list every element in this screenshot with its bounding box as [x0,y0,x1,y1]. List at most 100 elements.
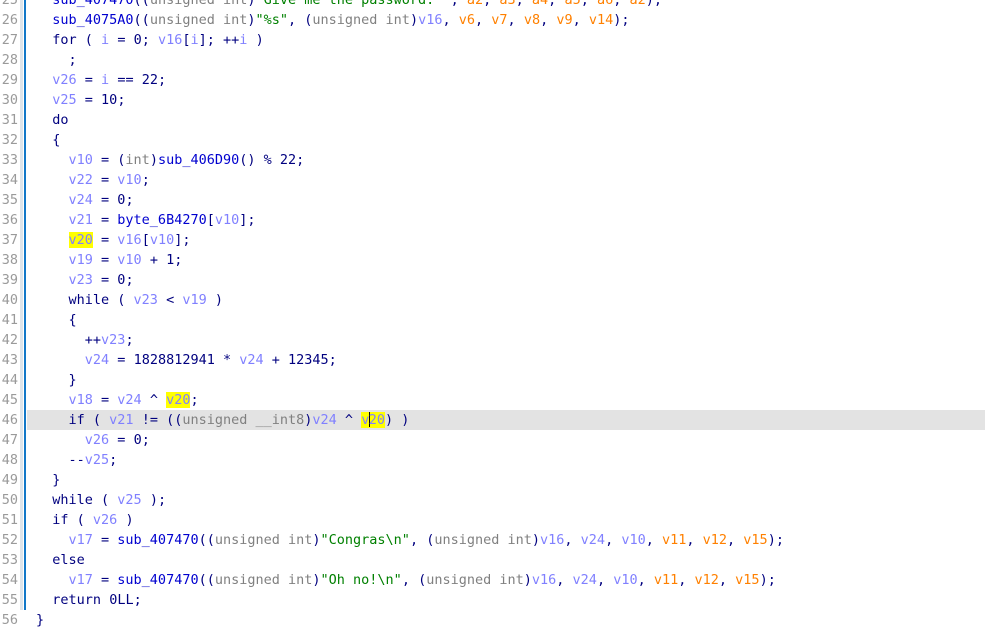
code-line[interactable]: 35 v24 = 0; [0,190,985,210]
code-line[interactable]: 33 v10 = (int)sub_406D90() % 22; [0,150,985,170]
code-line-content[interactable]: else [27,550,985,570]
code-line-content[interactable]: do [27,110,985,130]
code-line-content[interactable]: v10 = (int)sub_406D90() % 22; [27,150,985,170]
code-line-content[interactable]: } [27,610,985,630]
code-line[interactable]: 50 while ( v25 ); [0,490,985,510]
code-line-content[interactable]: } [27,470,985,490]
code-token: , [475,12,492,28]
code-line-content[interactable]: if ( v26 ) [27,510,985,530]
code-token: ) [247,12,256,28]
code-line[interactable]: 49 } [0,470,985,490]
code-line[interactable]: 46 if ( v21 != ((unsigned __int8)v24 ^ v… [0,410,985,430]
code-line[interactable]: 34 v22 = v10; [0,170,985,190]
code-token: , [556,572,573,588]
code-line[interactable]: 48 --v25; [0,450,985,470]
code-line-content[interactable]: --v25; [27,450,985,470]
line-gutter: 46 [0,410,27,430]
code-line[interactable]: 43 v24 = 1828812941 * v24 + 12345; [0,350,985,370]
code-line[interactable]: 44 } [0,370,985,390]
code-line-content[interactable]: v17 = sub_407470((unsigned int)"Congras\… [27,530,985,550]
code-line[interactable]: 28 ; [0,50,985,70]
code-line-content[interactable]: v17 = sub_407470((unsigned int)"Oh no!\n… [27,570,985,590]
code-line[interactable]: 39 v23 = 0; [0,270,985,290]
code-line-content[interactable]: v22 = v10; [27,170,985,190]
code-line-content[interactable]: v24 = 1828812941 * v24 + 12345; [27,350,985,370]
code-line[interactable]: 29 v26 = i == 22; [0,70,985,90]
code-line-content[interactable]: for ( i = 0; v16[i]; ++i ) [27,30,985,50]
code-token: = ( [92,152,126,168]
code-line-content[interactable]: while ( v23 < v19 ) [27,290,985,310]
code-line-content[interactable]: ++v23; [27,330,985,350]
code-line-content[interactable]: v25 = 10; [27,90,985,110]
code-line[interactable]: 30 v25 = 10; [0,90,985,110]
code-line-content[interactable]: v23 = 0; [27,270,985,290]
code-token: a4 [531,0,549,8]
code-line-content[interactable]: sub_4075A0((unsigned int)"%s", (unsigned… [27,10,985,30]
code-line[interactable]: 45 v18 = v24 ^ v20; [0,390,985,410]
code-token-highlighted[interactable]: v20 [166,392,191,408]
code-line-content[interactable]: } [27,370,985,390]
code-line[interactable]: 51 if ( v26 ) [0,510,985,530]
code-line[interactable]: 54 v17 = sub_407470((unsigned int)"Oh no… [0,570,985,590]
code-token: ) [409,12,419,28]
code-line[interactable]: 36 v21 = byte_6B4270[v10]; [0,210,985,230]
code-line[interactable]: 26 sub_4075A0((unsigned int)"%s", (unsig… [0,10,985,30]
code-token: v24 [580,532,606,548]
code-line-content[interactable]: v26 = 0; [27,430,985,450]
gutter-rule [24,450,26,470]
code-token: ) [312,572,321,588]
code-line[interactable]: 38 v19 = v10 + 1; [0,250,985,270]
code-line[interactable]: 31 do [0,110,985,130]
code-token: ) ) [385,412,410,428]
code-line[interactable]: 27 for ( i = 0; v16[i]; ++i ) [0,30,985,50]
gutter-rule [24,130,26,150]
code-line[interactable]: 40 while ( v23 < v19 ) [0,290,985,310]
code-token-highlighted[interactable]: v20 [361,412,385,428]
line-number: 46 [1,412,18,428]
code-line-content[interactable]: v21 = byte_6B4270[v10]; [27,210,985,230]
code-line[interactable]: 41 { [0,310,985,330]
line-gutter: 53 [0,550,27,570]
code-lines-container[interactable]: 25 sub_407470((unsigned int)"Give me the… [0,0,985,630]
code-line[interactable]: 47 v26 = 0; [0,430,985,450]
code-line-content[interactable]: v18 = v24 ^ v20; [27,390,985,410]
code-token: v6 [458,12,476,28]
code-token: ; [157,72,167,88]
line-gutter: 49 [0,470,27,490]
code-line-content[interactable]: while ( v25 ); [27,490,985,510]
code-line-content[interactable]: v20 = v16[v10]; [27,230,985,250]
code-line[interactable]: 53 else [0,550,985,570]
gutter-rule [24,590,26,610]
code-line-content[interactable]: ; [27,50,985,70]
code-token: = [92,272,118,288]
code-token: a5 [564,0,581,8]
code-line-content[interactable]: v19 = v10 + 1; [27,250,985,270]
code-token: for [52,32,77,48]
code-line-content[interactable]: v24 = 0; [27,190,985,210]
code-token: "Congras\n" [320,532,410,548]
code-line[interactable]: 25 sub_407470((unsigned int)"Give me the… [0,0,985,10]
code-line-content[interactable]: { [27,130,985,150]
code-line-content[interactable]: v26 = i == 22; [27,70,985,90]
code-line[interactable]: 32 { [0,130,985,150]
gutter-bar [20,310,23,330]
code-token-highlighted[interactable]: v20 [68,232,93,248]
code-token: v18 [68,392,93,408]
pseudocode-editor[interactable]: 25 sub_407470((unsigned int)"Give me the… [0,0,985,630]
code-line-content[interactable]: if ( v21 != ((unsigned __int8)v24 ^ v20)… [27,410,985,430]
code-token: 12345 [288,352,329,368]
code-line[interactable]: 56} [0,610,985,630]
code-token: v8 [523,12,541,28]
code-line[interactable]: 42 ++v23; [0,330,985,350]
gutter-rule [24,350,26,370]
code-token: sub_407470 [52,0,134,8]
code-line-content[interactable]: { [27,310,985,330]
line-number: 30 [1,92,18,108]
code-line-content[interactable]: return 0LL; [27,590,985,610]
code-line-content[interactable]: sub_407470((unsigned int)"Give me the pa… [27,0,985,10]
code-line[interactable]: 52 v17 = sub_407470((unsigned int)"Congr… [0,530,985,550]
code-line[interactable]: 37 v20 = v16[v10]; [0,230,985,250]
code-line[interactable]: 55 return 0LL; [0,590,985,610]
